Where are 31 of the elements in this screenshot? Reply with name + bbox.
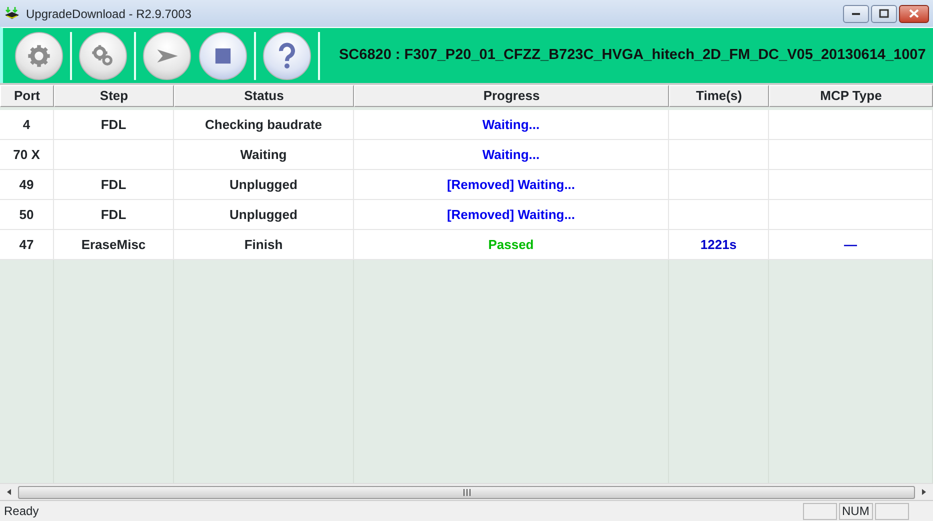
maximize-icon [879,9,889,18]
time-cell: 1221s [669,230,769,260]
settings-icon [26,42,52,68]
status-cell: Finish [174,230,354,260]
help-icon [276,42,298,70]
column-header[interactable]: Port [0,85,54,107]
status-text: Ready [4,503,40,520]
maximize-button[interactable] [871,4,897,22]
horizontal-scrollbar[interactable] [0,483,933,500]
status-pane [875,502,909,520]
close-button[interactable] [899,4,929,22]
column-header[interactable]: Progress [354,85,669,107]
status-pane [803,502,837,520]
port-cell: 47 [0,230,54,260]
close-icon [909,9,919,18]
column-header[interactable]: Step [54,85,174,107]
step-cell: EraseMisc [54,230,174,260]
minimize-button[interactable] [843,4,869,22]
app-icon [4,6,20,22]
status-indicator: NUM [839,502,873,520]
column-header[interactable]: Time(s) [669,85,769,107]
firmware-label: SC6820 : F307_P20_01_CFZZ_B723C_HVGA_hitech_2D_FM_DC_V05_20130614_1007 [339,46,926,65]
progress-cell: Passed [354,230,669,260]
minimize-icon [851,12,861,16]
column-header[interactable]: Status [174,85,354,107]
stop-button[interactable] [199,32,247,80]
window-title: UpgradeDownload - R2.9.7003 [26,6,192,22]
mcp-cell: — [769,230,933,260]
help-button[interactable] [263,32,311,80]
column-header[interactable]: MCP Type [769,85,933,107]
grip-icon [462,488,470,496]
